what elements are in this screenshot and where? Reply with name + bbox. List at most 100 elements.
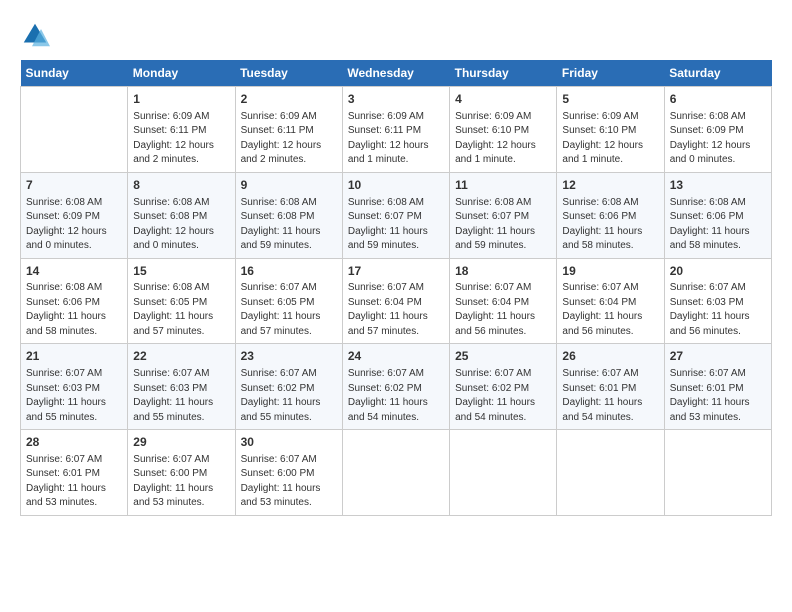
day-header-thursday: Thursday bbox=[450, 60, 557, 87]
day-info: Sunrise: 6:07 AM Sunset: 6:04 PM Dayligh… bbox=[562, 281, 658, 339]
calendar-cell: 12 Sunrise: 6:08 AM Sunset: 6:06 PM Dayl… bbox=[557, 172, 664, 258]
day-info: Sunrise: 6:07 AM Sunset: 6:02 PM Dayligh… bbox=[241, 367, 337, 425]
sunset-text: Sunset: 6:09 PM bbox=[26, 211, 100, 222]
daylight-text: Daylight: 12 hours and 2 minutes. bbox=[241, 140, 322, 166]
sunset-text: Sunset: 6:10 PM bbox=[455, 125, 529, 136]
calendar-header-row: SundayMondayTuesdayWednesdayThursdayFrid… bbox=[21, 60, 772, 87]
day-info: Sunrise: 6:09 AM Sunset: 6:10 PM Dayligh… bbox=[562, 110, 658, 168]
daylight-text: Daylight: 12 hours and 0 minutes. bbox=[26, 226, 107, 252]
daylight-text: Daylight: 11 hours and 55 minutes. bbox=[133, 397, 213, 423]
day-number: 21 bbox=[26, 348, 122, 365]
sunset-text: Sunset: 6:05 PM bbox=[133, 297, 207, 308]
day-info: Sunrise: 6:08 AM Sunset: 6:05 PM Dayligh… bbox=[133, 281, 229, 339]
calendar-cell: 7 Sunrise: 6:08 AM Sunset: 6:09 PM Dayli… bbox=[21, 172, 128, 258]
sunrise-text: Sunrise: 6:09 AM bbox=[562, 111, 638, 122]
sunset-text: Sunset: 6:02 PM bbox=[455, 383, 529, 394]
calendar-week-row: 7 Sunrise: 6:08 AM Sunset: 6:09 PM Dayli… bbox=[21, 172, 772, 258]
sunset-text: Sunset: 6:04 PM bbox=[455, 297, 529, 308]
sunrise-text: Sunrise: 6:07 AM bbox=[562, 282, 638, 293]
day-number: 20 bbox=[670, 263, 766, 280]
day-number: 12 bbox=[562, 177, 658, 194]
calendar-cell: 17 Sunrise: 6:07 AM Sunset: 6:04 PM Dayl… bbox=[342, 258, 449, 344]
sunrise-text: Sunrise: 6:08 AM bbox=[562, 197, 638, 208]
day-number: 14 bbox=[26, 263, 122, 280]
daylight-text: Daylight: 11 hours and 57 minutes. bbox=[241, 311, 321, 337]
calendar-cell: 15 Sunrise: 6:08 AM Sunset: 6:05 PM Dayl… bbox=[128, 258, 235, 344]
day-info: Sunrise: 6:07 AM Sunset: 6:00 PM Dayligh… bbox=[133, 453, 229, 511]
daylight-text: Daylight: 11 hours and 59 minutes. bbox=[348, 226, 428, 252]
daylight-text: Daylight: 11 hours and 53 minutes. bbox=[670, 397, 750, 423]
calendar-cell bbox=[664, 430, 771, 516]
day-info: Sunrise: 6:07 AM Sunset: 6:03 PM Dayligh… bbox=[670, 281, 766, 339]
calendar-cell: 1 Sunrise: 6:09 AM Sunset: 6:11 PM Dayli… bbox=[128, 87, 235, 173]
day-number: 25 bbox=[455, 348, 551, 365]
calendar-cell: 8 Sunrise: 6:08 AM Sunset: 6:08 PM Dayli… bbox=[128, 172, 235, 258]
sunrise-text: Sunrise: 6:07 AM bbox=[133, 368, 209, 379]
day-info: Sunrise: 6:08 AM Sunset: 6:09 PM Dayligh… bbox=[670, 110, 766, 168]
daylight-text: Daylight: 11 hours and 56 minutes. bbox=[670, 311, 750, 337]
day-info: Sunrise: 6:08 AM Sunset: 6:06 PM Dayligh… bbox=[670, 196, 766, 254]
logo-icon bbox=[20, 20, 50, 50]
day-info: Sunrise: 6:07 AM Sunset: 6:02 PM Dayligh… bbox=[455, 367, 551, 425]
day-info: Sunrise: 6:07 AM Sunset: 6:04 PM Dayligh… bbox=[348, 281, 444, 339]
day-number: 26 bbox=[562, 348, 658, 365]
day-info: Sunrise: 6:07 AM Sunset: 6:04 PM Dayligh… bbox=[455, 281, 551, 339]
sunrise-text: Sunrise: 6:08 AM bbox=[670, 111, 746, 122]
daylight-text: Daylight: 11 hours and 55 minutes. bbox=[26, 397, 106, 423]
day-info: Sunrise: 6:07 AM Sunset: 6:02 PM Dayligh… bbox=[348, 367, 444, 425]
daylight-text: Daylight: 12 hours and 1 minute. bbox=[562, 140, 643, 166]
sunset-text: Sunset: 6:06 PM bbox=[26, 297, 100, 308]
calendar-cell: 14 Sunrise: 6:08 AM Sunset: 6:06 PM Dayl… bbox=[21, 258, 128, 344]
day-number: 3 bbox=[348, 91, 444, 108]
day-info: Sunrise: 6:07 AM Sunset: 6:00 PM Dayligh… bbox=[241, 453, 337, 511]
day-number: 29 bbox=[133, 434, 229, 451]
calendar-cell: 3 Sunrise: 6:09 AM Sunset: 6:11 PM Dayli… bbox=[342, 87, 449, 173]
day-number: 22 bbox=[133, 348, 229, 365]
daylight-text: Daylight: 11 hours and 53 minutes. bbox=[241, 483, 321, 509]
day-number: 19 bbox=[562, 263, 658, 280]
sunset-text: Sunset: 6:09 PM bbox=[670, 125, 744, 136]
calendar-week-row: 21 Sunrise: 6:07 AM Sunset: 6:03 PM Dayl… bbox=[21, 344, 772, 430]
sunset-text: Sunset: 6:01 PM bbox=[670, 383, 744, 394]
day-info: Sunrise: 6:09 AM Sunset: 6:10 PM Dayligh… bbox=[455, 110, 551, 168]
day-header-monday: Monday bbox=[128, 60, 235, 87]
calendar-cell: 10 Sunrise: 6:08 AM Sunset: 6:07 PM Dayl… bbox=[342, 172, 449, 258]
daylight-text: Daylight: 11 hours and 58 minutes. bbox=[670, 226, 750, 252]
day-info: Sunrise: 6:08 AM Sunset: 6:07 PM Dayligh… bbox=[348, 196, 444, 254]
calendar-cell: 24 Sunrise: 6:07 AM Sunset: 6:02 PM Dayl… bbox=[342, 344, 449, 430]
day-number: 7 bbox=[26, 177, 122, 194]
sunset-text: Sunset: 6:03 PM bbox=[26, 383, 100, 394]
day-info: Sunrise: 6:09 AM Sunset: 6:11 PM Dayligh… bbox=[348, 110, 444, 168]
day-number: 15 bbox=[133, 263, 229, 280]
daylight-text: Daylight: 11 hours and 53 minutes. bbox=[133, 483, 213, 509]
daylight-text: Daylight: 11 hours and 59 minutes. bbox=[455, 226, 535, 252]
day-info: Sunrise: 6:07 AM Sunset: 6:01 PM Dayligh… bbox=[562, 367, 658, 425]
daylight-text: Daylight: 11 hours and 59 minutes. bbox=[241, 226, 321, 252]
sunset-text: Sunset: 6:07 PM bbox=[348, 211, 422, 222]
calendar-cell: 20 Sunrise: 6:07 AM Sunset: 6:03 PM Dayl… bbox=[664, 258, 771, 344]
sunset-text: Sunset: 6:03 PM bbox=[670, 297, 744, 308]
sunrise-text: Sunrise: 6:08 AM bbox=[455, 197, 531, 208]
daylight-text: Daylight: 11 hours and 57 minutes. bbox=[133, 311, 213, 337]
sunset-text: Sunset: 6:01 PM bbox=[26, 468, 100, 479]
calendar-cell bbox=[450, 430, 557, 516]
day-info: Sunrise: 6:07 AM Sunset: 6:03 PM Dayligh… bbox=[26, 367, 122, 425]
calendar-cell: 23 Sunrise: 6:07 AM Sunset: 6:02 PM Dayl… bbox=[235, 344, 342, 430]
sunrise-text: Sunrise: 6:08 AM bbox=[348, 197, 424, 208]
sunrise-text: Sunrise: 6:07 AM bbox=[670, 368, 746, 379]
sunrise-text: Sunrise: 6:07 AM bbox=[455, 282, 531, 293]
sunset-text: Sunset: 6:03 PM bbox=[133, 383, 207, 394]
calendar-table: SundayMondayTuesdayWednesdayThursdayFrid… bbox=[20, 60, 772, 516]
calendar-cell: 9 Sunrise: 6:08 AM Sunset: 6:08 PM Dayli… bbox=[235, 172, 342, 258]
sunrise-text: Sunrise: 6:07 AM bbox=[670, 282, 746, 293]
daylight-text: Daylight: 12 hours and 0 minutes. bbox=[670, 140, 751, 166]
calendar-cell: 5 Sunrise: 6:09 AM Sunset: 6:10 PM Dayli… bbox=[557, 87, 664, 173]
sunrise-text: Sunrise: 6:08 AM bbox=[670, 197, 746, 208]
sunset-text: Sunset: 6:07 PM bbox=[455, 211, 529, 222]
day-number: 28 bbox=[26, 434, 122, 451]
sunset-text: Sunset: 6:00 PM bbox=[241, 468, 315, 479]
calendar-cell bbox=[21, 87, 128, 173]
page-header bbox=[20, 20, 772, 50]
day-number: 1 bbox=[133, 91, 229, 108]
daylight-text: Daylight: 11 hours and 56 minutes. bbox=[562, 311, 642, 337]
